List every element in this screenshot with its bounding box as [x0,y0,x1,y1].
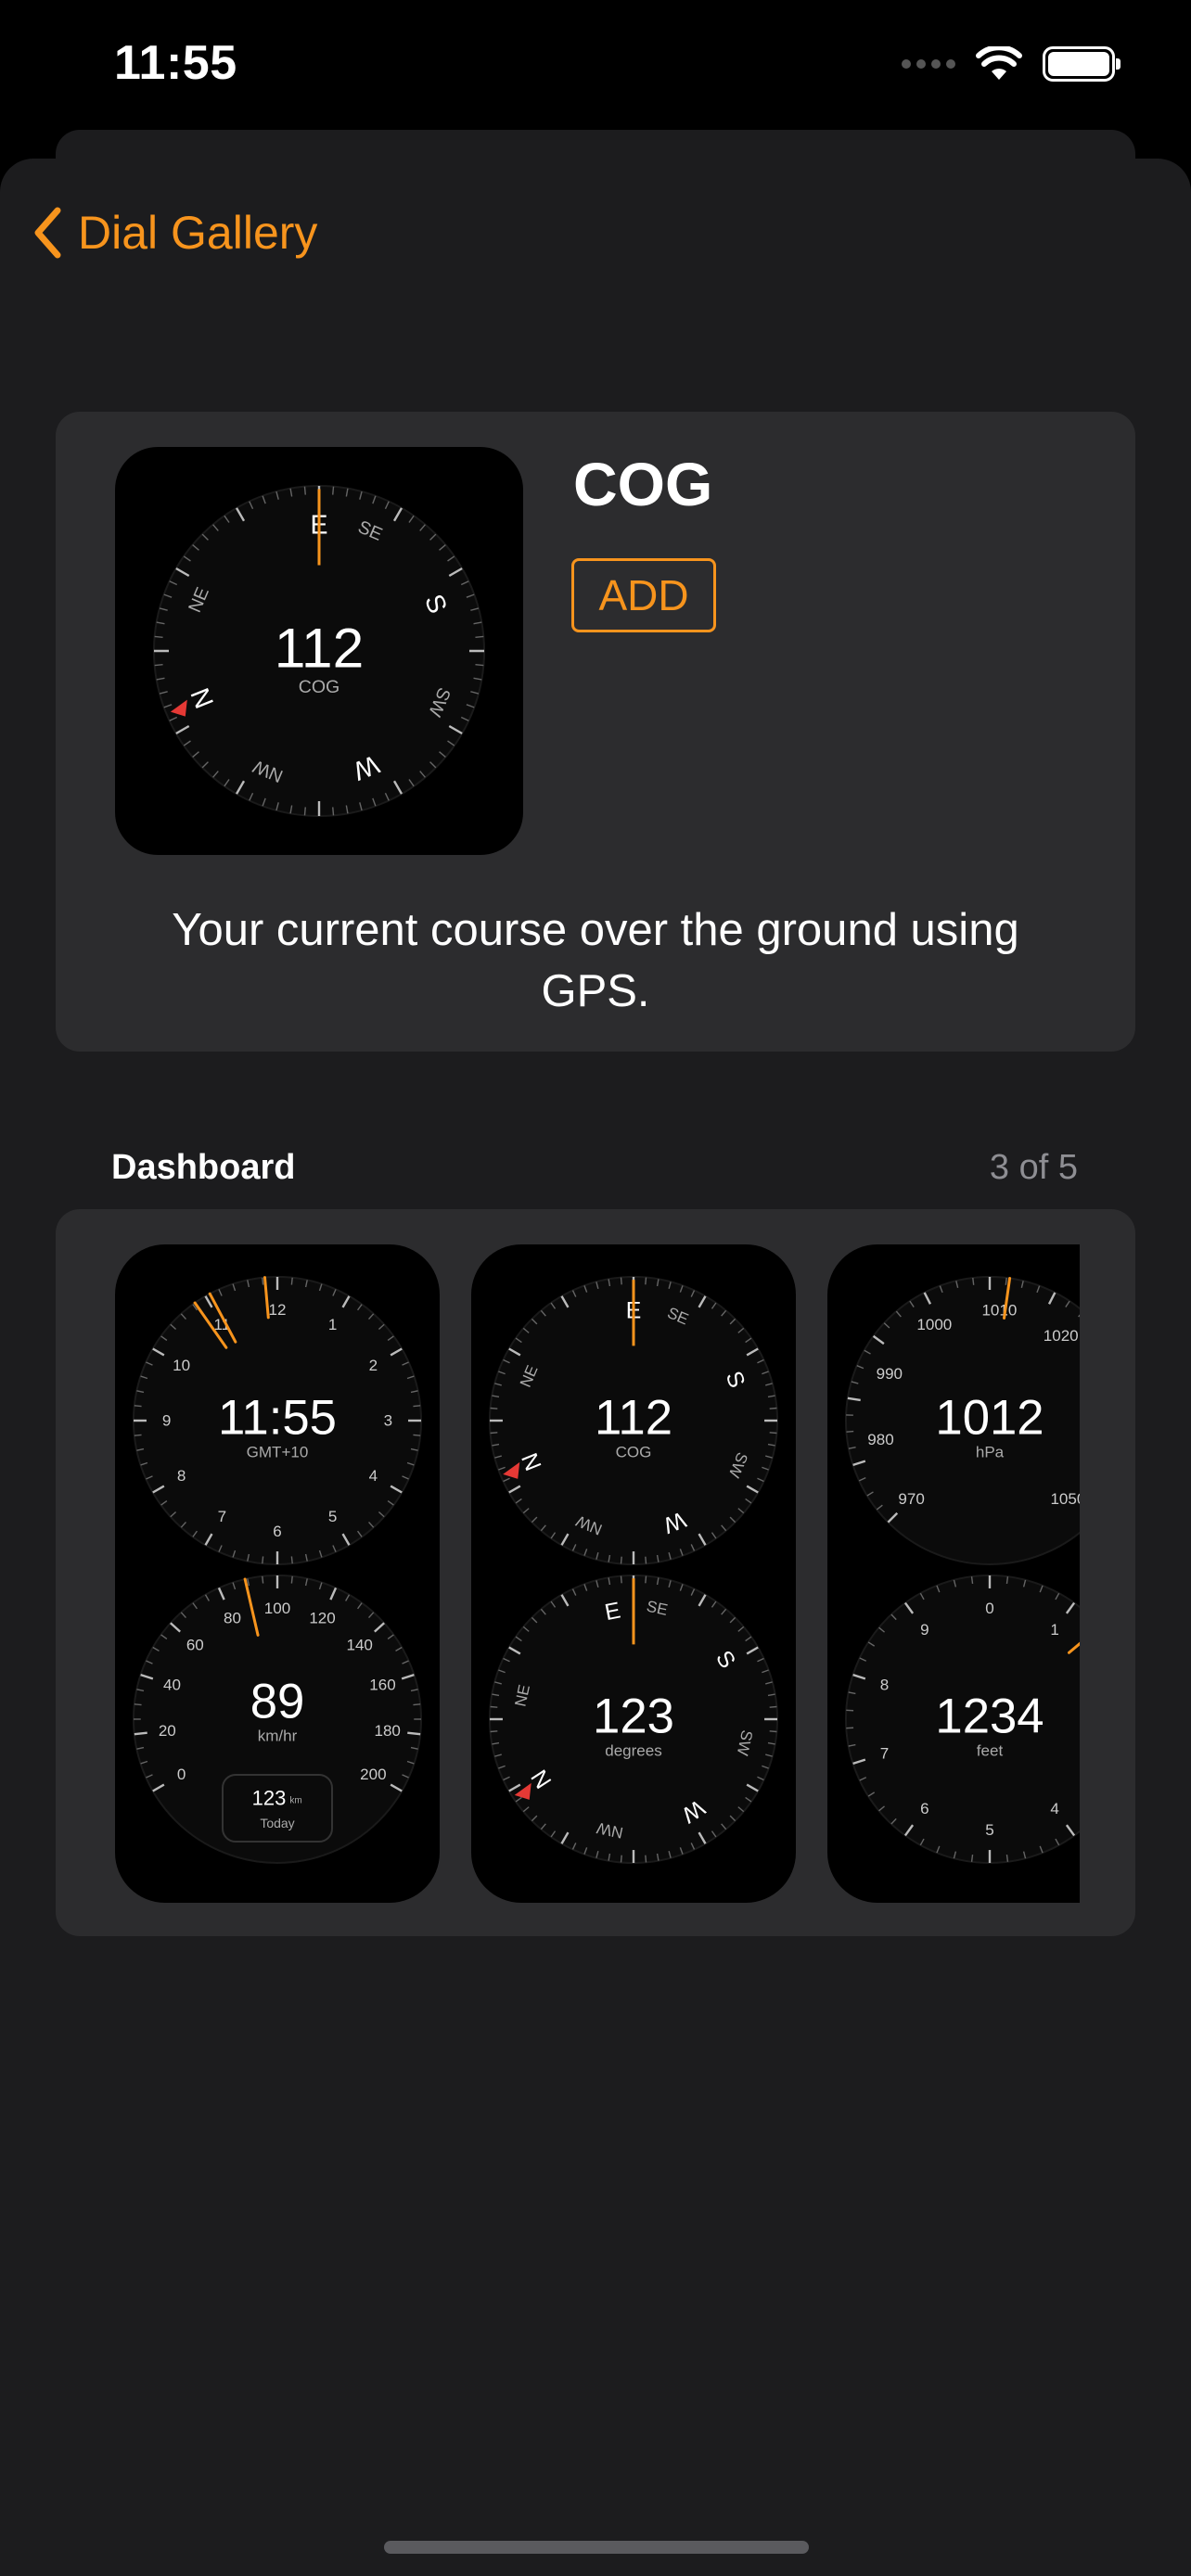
dial-scale-label: 1010 [981,1302,1017,1320]
dial-title: COG [573,450,713,518]
back-button-label: Dial Gallery [78,207,318,259]
dial-scale-label: 1000 [916,1316,952,1333]
dial-scale-label: 60 [186,1637,204,1654]
dial-scale-label: 40 [163,1677,181,1694]
dashboard-item-barometer-altimeter[interactable]: 970980990100010101020101010501012hPa0145… [827,1244,1080,1903]
dial-caption: km/hr [258,1728,298,1745]
dial-caption: feet [977,1742,1004,1760]
dial-scale-label: 140 [346,1637,372,1654]
dial-scale-label: 970 [898,1490,924,1508]
dial-scale-label: 200 [360,1766,386,1783]
dial-scale-label: 5 [985,1821,993,1839]
dashboard-carousel[interactable]: 12 1 2 3 4 5 6 7 8 9 10 11 11:55 GMT+10 0 20 40 60 80 100 12… [115,1244,1080,1903]
dial-caption: COG [299,677,340,697]
dial-caption: COG [616,1444,652,1461]
chevron-left-icon [34,207,61,259]
dial-scale-label: 100 [264,1600,290,1617]
dashboard-position: 3 of 5 [989,1148,1078,1187]
dial-value: 11:55 [218,1390,337,1445]
dial-scale-label: 10 [173,1357,190,1374]
dial-detail-card: ESESSWWNWNNE112COG COG ADD Your current … [56,412,1135,1052]
battery-icon [1043,46,1121,82]
home-indicator [384,2541,809,2554]
dial-scale-label: 990 [877,1365,903,1383]
dial-scale-label: 120 [309,1609,335,1626]
dial-scale-label: 7 [880,1744,889,1762]
dial-scale-label: 1050 [1050,1490,1080,1508]
dial-caption: GMT+10 [247,1444,309,1461]
dial-scale-label: 0 [177,1766,186,1783]
dial-preview: ESESSWWNWNNE112COG [115,447,523,855]
dial-scale-label: 1 [1050,1621,1058,1639]
dashboard-item-clock-speed[interactable]: 12 1 2 3 4 5 6 7 8 9 10 11 11:55 GMT+10 0 20 40 60 80 100 12… [115,1244,440,1903]
dial-description: Your current course over the ground usin… [172,905,1019,1016]
trip-value: 123 [252,1787,287,1810]
dial-scale-label: 12 [269,1301,287,1319]
dashboard-item-cog-heading[interactable]: ESESSWWNWNNE112COGESESSWWNWNNE123degrees [471,1244,796,1903]
dial-scale-label: 4 [369,1467,378,1485]
dial-value: 1012 [935,1390,1044,1445]
dial-scale-label: 0 [985,1600,993,1617]
dial-scale-label: 160 [369,1677,395,1694]
dial-value: 123 [593,1689,674,1743]
wifi-icon [976,46,1022,80]
dial-scale-label: 1 [328,1316,337,1333]
dial-scale-label: 3 [384,1412,392,1430]
dial-value: 89 [250,1674,305,1728]
dashboard-card: 12 1 2 3 4 5 6 7 8 9 10 11 11:55 GMT+10 0 20 40 60 80 100 12… [56,1209,1135,1936]
dial-scale-label: 7 [218,1508,226,1525]
dial-scale-label: 4 [1050,1800,1058,1817]
dial-scale-label: 20 [159,1722,176,1740]
trip-unit: km [289,1796,301,1806]
status-icons [902,46,1121,82]
dial-scale-label: 8 [880,1677,889,1694]
dial-scale-label: 6 [273,1523,281,1540]
trip-caption: Today [260,1816,294,1830]
add-button[interactable]: ADD [571,558,716,632]
dial-caption: hPa [976,1444,1005,1461]
dial-scale-label: 2 [369,1357,378,1374]
dial-scale-label: 80 [224,1609,241,1626]
dial-scale-label: 1020 [1044,1327,1079,1345]
dial-scale-label: 6 [920,1800,928,1817]
dial-value: 112 [275,616,364,679]
cellular-signal-icon [902,59,955,69]
back-button[interactable]: Dial Gallery [33,206,317,260]
dial-scale-label: 8 [177,1467,186,1485]
dial-scale-label: 9 [162,1412,171,1430]
dial-scale-label: 180 [374,1722,400,1740]
dial-scale-label: 5 [328,1508,337,1525]
section-header-dashboard: Dashboard [111,1148,296,1187]
dial-scale-label: 980 [867,1431,893,1448]
status-time: 11:55 [114,36,237,90]
dial-value: 112 [595,1390,672,1445]
dial-caption: degrees [605,1742,662,1760]
dial-scale-label: 9 [920,1621,928,1639]
dial-value: 1234 [935,1689,1044,1743]
